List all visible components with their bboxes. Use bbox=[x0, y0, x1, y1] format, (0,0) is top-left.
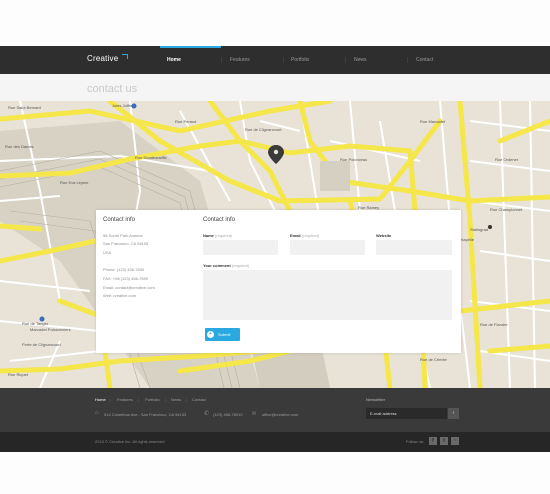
metro-station-icon bbox=[131, 103, 137, 109]
street-label: Rue Championnet bbox=[490, 207, 523, 212]
footer-nav-features[interactable]: Features bbox=[117, 397, 133, 402]
place-label: Stalingrad bbox=[470, 227, 488, 232]
name-field[interactable] bbox=[203, 240, 278, 255]
footer-email[interactable]: office@creative.com bbox=[262, 412, 298, 417]
rss-icon[interactable]: ◝ bbox=[451, 437, 459, 445]
mail-icon: ✉ bbox=[252, 411, 257, 417]
street-label: Rue Marcadet bbox=[420, 119, 446, 124]
bottom-margin bbox=[0, 452, 550, 494]
nav-separator bbox=[407, 57, 408, 63]
footer-nav-portfolio[interactable]: Portfolio bbox=[145, 397, 160, 402]
comment-field[interactable] bbox=[203, 270, 452, 320]
block bbox=[320, 161, 350, 191]
name-label: Name (required) bbox=[203, 233, 233, 238]
street-label: Rue de Clignancourt bbox=[245, 127, 282, 132]
nav-separator bbox=[221, 57, 222, 63]
place-label: Porte de Clignancourt bbox=[22, 342, 62, 347]
footer-nav-separator: | bbox=[186, 397, 188, 402]
street-label: Rue de Flandre bbox=[480, 322, 508, 327]
street-label: Rue Eva Lépine bbox=[60, 180, 89, 185]
nav-home[interactable]: Home bbox=[167, 57, 181, 63]
footer-phone: (123) 456-78910 bbox=[213, 412, 243, 417]
nav-separator bbox=[345, 57, 346, 63]
street-label: Rue Doudeauville bbox=[135, 155, 167, 160]
plus-circle-icon: + bbox=[207, 331, 214, 338]
street-label: Rue Peraud bbox=[175, 119, 196, 124]
twitter-icon[interactable]: t bbox=[440, 437, 448, 445]
page-title: contact us bbox=[87, 83, 138, 95]
footer-nav-separator: | bbox=[165, 397, 167, 402]
main-navbar bbox=[0, 46, 550, 74]
nav-contact[interactable]: Contact bbox=[416, 57, 433, 63]
contact-email[interactable]: Email: contact@creative.com bbox=[103, 285, 155, 290]
footer-nav-separator: | bbox=[138, 397, 140, 402]
phone-icon: ✆ bbox=[204, 411, 210, 417]
website-label: Website bbox=[376, 233, 392, 238]
street-label: Rue Saint Bernard bbox=[8, 105, 41, 110]
copyright-text: 2013 © Creative Inc. All rights reserved bbox=[95, 439, 165, 444]
logo-mark-icon bbox=[122, 54, 128, 59]
place-label: Marcadet Poissonniers bbox=[30, 327, 71, 332]
address-country: USA bbox=[103, 250, 112, 255]
home-icon: ⌂ bbox=[95, 410, 99, 416]
nav-news[interactable]: News bbox=[354, 57, 367, 63]
email-label: Email (required) bbox=[290, 233, 320, 238]
footer-address: 514 Columbus Ave., San Francisco, CA 941… bbox=[104, 412, 187, 417]
logo[interactable]: Creative bbox=[87, 54, 118, 63]
street-label: Rue de Tanger bbox=[22, 321, 49, 326]
street-label: Rue des Dames bbox=[5, 144, 34, 149]
contact-phone: Phone: (123) 456-7890 bbox=[103, 267, 145, 272]
street-label: Rue Ordener bbox=[495, 157, 519, 162]
nav-features[interactable]: Features bbox=[230, 57, 250, 63]
website-field[interactable] bbox=[376, 240, 452, 255]
submit-label: Submit bbox=[218, 332, 231, 337]
newsletter-email-input[interactable]: E-mail address bbox=[366, 408, 447, 419]
contact-info-title: Contact info bbox=[103, 217, 136, 223]
street-label: Rue Riquet bbox=[8, 372, 29, 377]
nav-separator bbox=[283, 57, 284, 63]
top-margin bbox=[0, 0, 550, 46]
street-label: Rue de Crimée bbox=[420, 357, 448, 362]
metro-station-icon bbox=[39, 316, 45, 322]
contact-web[interactable]: Web: creative.com bbox=[103, 293, 136, 298]
footer-nav-contact[interactable]: Contact bbox=[192, 397, 206, 402]
page-title-bar bbox=[0, 74, 550, 101]
newsletter-submit-button[interactable]: › bbox=[448, 408, 459, 419]
footer-nav-home[interactable]: Home bbox=[95, 397, 106, 402]
contact-fax: FAX: +08 (123) 456-7890 bbox=[103, 276, 149, 281]
comment-label: Your comment (required) bbox=[203, 263, 250, 268]
address-line: 98 South Park Avenue bbox=[103, 233, 143, 238]
address-line: San Francisco, CA 94108 bbox=[103, 241, 149, 246]
footer bbox=[0, 388, 550, 432]
facebook-icon[interactable]: f bbox=[429, 437, 437, 445]
metro-station-icon bbox=[488, 225, 492, 229]
copyright-bar bbox=[0, 432, 550, 452]
newsletter-title: Newsletter bbox=[366, 397, 385, 402]
email-field[interactable] bbox=[290, 240, 365, 255]
place-label: Jules Joffrin bbox=[112, 103, 133, 108]
nav-portfolio[interactable]: Portfolio bbox=[291, 57, 309, 63]
street-label: Rue Polonceau bbox=[340, 157, 367, 162]
follow-us-label: Follow us: bbox=[406, 439, 425, 444]
contact-form-title: Contact info bbox=[203, 217, 236, 223]
footer-nav-separator: | bbox=[110, 397, 112, 402]
footer-nav-news[interactable]: News bbox=[171, 397, 181, 402]
nav-active-indicator bbox=[160, 46, 221, 48]
